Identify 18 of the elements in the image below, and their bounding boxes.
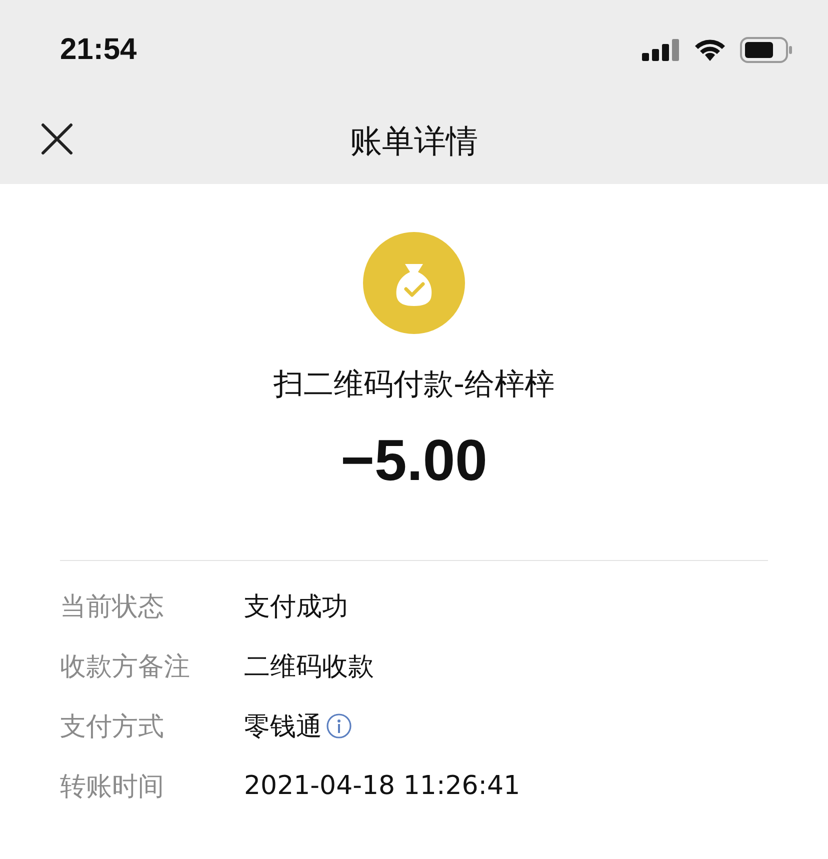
- payment-title: 扫二维码付款-给梓梓: [274, 366, 554, 404]
- status-time: 21:54: [60, 33, 137, 67]
- detail-label: 当前状态: [60, 590, 165, 624]
- battery-icon: [740, 37, 792, 63]
- detail-value: 二维码收款: [244, 650, 374, 684]
- detail-label: 转账时间: [60, 770, 165, 804]
- wifi-icon: [694, 38, 726, 62]
- detail-value: 零钱通: [244, 710, 322, 744]
- page-title: 账单详情: [350, 121, 478, 162]
- info-icon[interactable]: [326, 713, 352, 739]
- detail-label: 支付方式: [60, 710, 165, 744]
- payment-amount: −5.00: [340, 427, 488, 494]
- close-icon[interactable]: [41, 123, 73, 155]
- money-bag-icon: [363, 232, 465, 334]
- detail-label: 收款方备注: [60, 650, 191, 684]
- detail-value: 支付成功: [244, 590, 348, 624]
- detail-value: 2021-04-18 11:26:41: [244, 771, 520, 801]
- signal-icon: [642, 39, 680, 61]
